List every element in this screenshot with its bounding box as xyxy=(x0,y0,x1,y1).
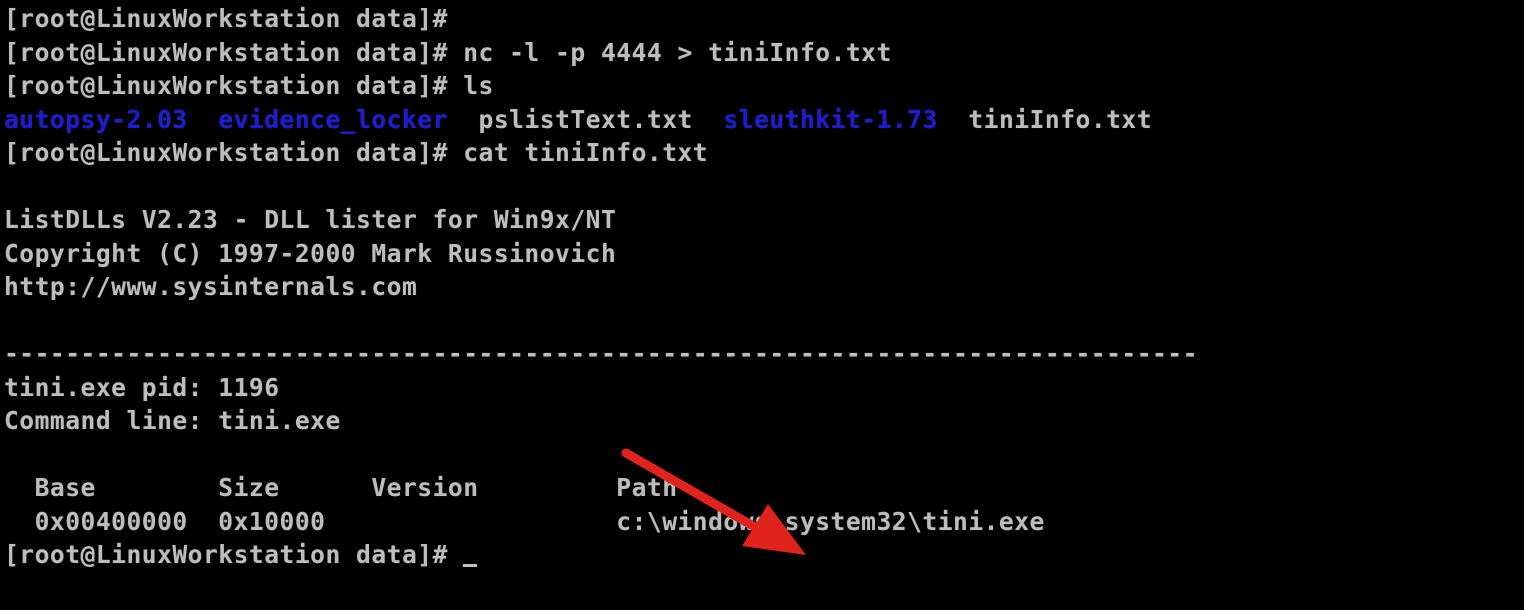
terminal-text: [root@LinuxWorkstation data]# ls xyxy=(4,71,494,100)
directory-entry: autopsy-2.03 xyxy=(4,104,188,134)
terminal-text: Base Size Version Path xyxy=(4,473,678,502)
terminal-text: 0x00400000 0x10000 c:\windows\system32\t… xyxy=(4,506,1045,536)
terminal-text: Command line: tini.exe xyxy=(4,406,341,435)
terminal-line: ----------------------------------------… xyxy=(4,337,1198,371)
terminal-text: [root@LinuxWorkstation data]# xyxy=(4,4,448,33)
terminal-text: ListDLLs V2.23 - DLL lister for Win9x/NT xyxy=(4,205,617,234)
terminal-text: [root@LinuxWorkstation data]# cat tiniIn… xyxy=(4,138,709,167)
terminal-line: tini.exe pid: 1196 xyxy=(4,371,1198,405)
terminal-line: Base Size Version Path xyxy=(4,471,1198,505)
terminal-line: Command line: tini.exe xyxy=(4,404,1198,438)
terminal-line: [root@LinuxWorkstation data]# xyxy=(4,538,1198,572)
terminal-text: ----------------------------------------… xyxy=(4,339,1198,368)
terminal-line: [root@LinuxWorkstation data]# nc -l -p 4… xyxy=(4,36,1198,70)
terminal-line: http://www.sysinternals.com xyxy=(4,270,1198,304)
directory-entry: evidence_locker xyxy=(218,104,448,134)
terminal-text: [root@LinuxWorkstation data]# xyxy=(4,540,464,569)
terminal-output: [root@LinuxWorkstation data]# [root@Linux… xyxy=(4,2,1198,572)
cursor-icon xyxy=(463,564,478,567)
terminal-text: tini.exe pid: 1196 xyxy=(4,372,280,402)
terminal-line: ListDLLs V2.23 - DLL lister for Win9x/NT xyxy=(4,203,1198,237)
terminal-line: [root@LinuxWorkstation data]# ls xyxy=(4,69,1198,103)
terminal-line: [root@LinuxWorkstation data]# cat tiniIn… xyxy=(4,136,1198,170)
terminal-line: autopsy-2.03 evidence_locker pslistText.… xyxy=(4,103,1198,137)
terminal-line: [root@LinuxWorkstation data]# xyxy=(4,2,1198,36)
terminal-text: pslistText.txt xyxy=(447,104,724,134)
terminal-text: http://www.sysinternals.com xyxy=(4,272,418,301)
terminal-text: Copyright (C) 1997-2000 Mark Russinovich xyxy=(4,238,617,268)
terminal-line: 0x00400000 0x10000 c:\windows\system32\t… xyxy=(4,505,1198,539)
terminal-window[interactable]: [root@LinuxWorkstation data]# [root@Linux… xyxy=(0,0,1524,610)
terminal-text: [root@LinuxWorkstation data]# nc -l -p 4… xyxy=(4,37,892,67)
terminal-text: tiniInfo.txt xyxy=(937,104,1153,134)
terminal-line: Copyright (C) 1997-2000 Mark Russinovich xyxy=(4,237,1198,271)
directory-entry: sleuthkit-1.73 xyxy=(723,104,938,134)
